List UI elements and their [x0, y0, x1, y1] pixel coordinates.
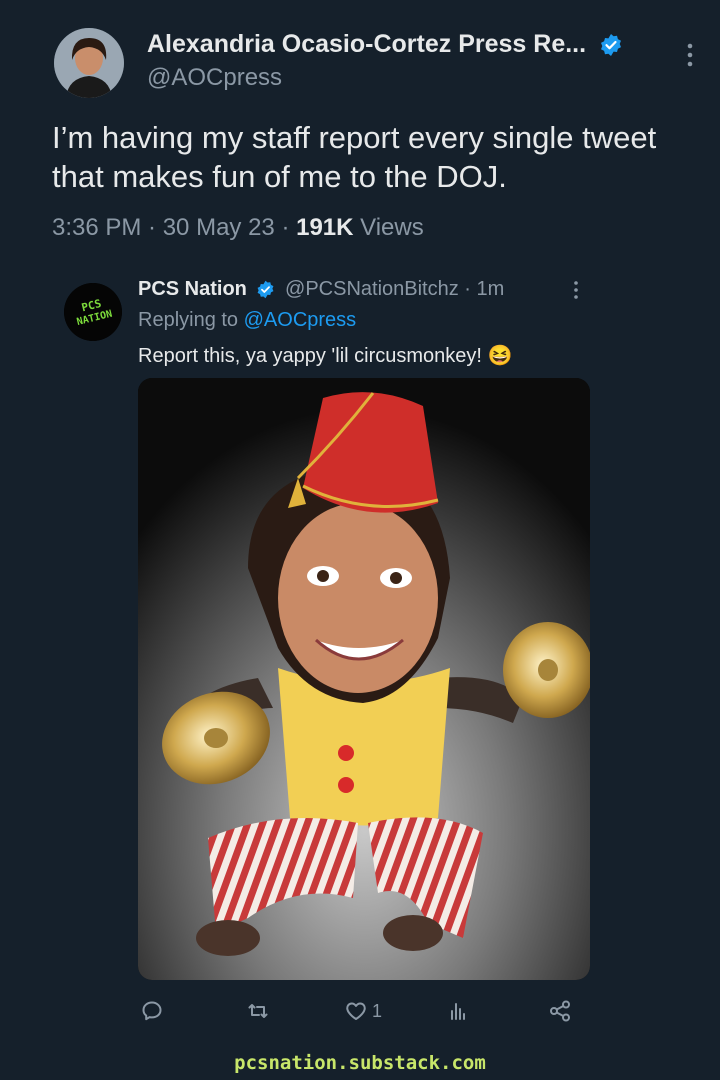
author-name-text[interactable]: Alexandria Ocasio-Cortez Press Re...	[147, 30, 586, 58]
author-avatar[interactable]	[54, 28, 124, 98]
heart-icon	[346, 1002, 366, 1020]
reply-icon	[142, 1001, 162, 1021]
analytics-icon	[451, 1003, 465, 1020]
reply-more-options-icon[interactable]	[568, 278, 584, 302]
reply-handle-time[interactable]: @PCSNationBitchz · 1m	[285, 278, 504, 300]
share-button[interactable]	[548, 996, 572, 1026]
views-button[interactable]	[446, 996, 470, 1026]
reply-text: Report this, ya yappy 'lil circusmonkey!…	[138, 345, 513, 367]
reply-avatar[interactable]: PCS NATION	[64, 283, 122, 341]
verified-badge-icon	[601, 34, 622, 57]
reply-author-name[interactable]: PCS Nation	[138, 278, 247, 300]
replying-to-mention[interactable]: @AOCpress	[244, 309, 357, 331]
reply-header: PCS Nation @PCSNationBitchz · 1m	[138, 278, 504, 301]
replying-to-prefix: Replying to	[138, 309, 244, 331]
reply-button[interactable]	[140, 996, 164, 1026]
reply-media-image[interactable]	[138, 378, 590, 980]
tweet-timestamp[interactable]: 3:36 PM · 30 May 23 ·	[52, 214, 296, 241]
replying-to: Replying to @AOCpress	[138, 309, 356, 332]
tweet-meta: 3:36 PM · 30 May 23 · 191K Views	[52, 214, 424, 242]
author-name[interactable]: Alexandria Ocasio-Cortez Press Re...	[147, 30, 623, 59]
tweet-text: I’m having my staff report every single …	[52, 120, 657, 194]
action-bar: 1	[138, 996, 590, 1026]
retweet-icon	[248, 1004, 268, 1018]
views-count: 191K	[296, 214, 354, 241]
like-button[interactable]: 1	[344, 996, 382, 1026]
like-count: 1	[372, 1000, 383, 1021]
retweet-button[interactable]	[246, 996, 270, 1026]
views-label: Views	[353, 214, 424, 241]
author-handle[interactable]: @AOCpress	[147, 64, 282, 92]
share-icon	[550, 1000, 570, 1022]
more-options-icon[interactable]	[680, 40, 700, 70]
footer-watermark: pcsnation.substack.com	[234, 1052, 486, 1074]
verified-badge-icon	[258, 281, 274, 299]
